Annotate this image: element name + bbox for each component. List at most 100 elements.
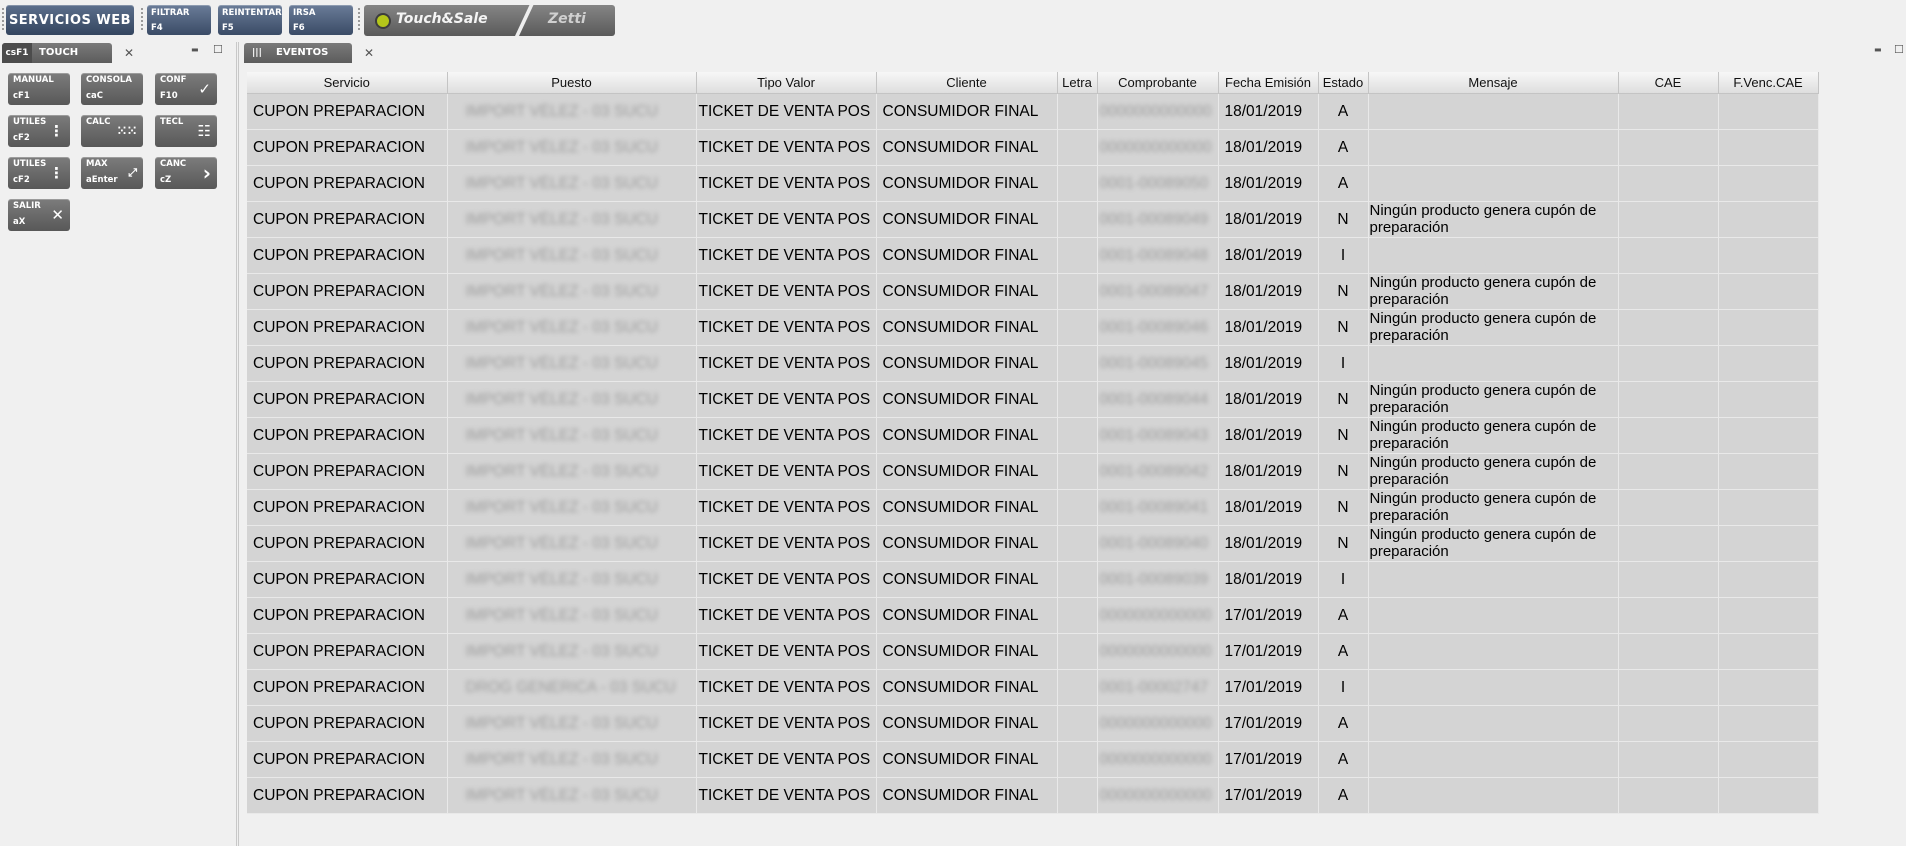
cell-letra (1057, 309, 1098, 346)
cell-cliente: CONSUMIDOR FINAL (876, 561, 1058, 598)
logo-separator (513, 5, 535, 36)
table-row[interactable]: CUPON PREPARACION IMPORT VÉLEZ - 03 SUCU T… (247, 417, 1819, 454)
cell-puesto-text: IMPORT VÉLEZ - 03 SUCU (465, 247, 658, 264)
tile-label: CONSOLA (86, 75, 132, 85)
calculator-icon: ⁙⁙ (116, 124, 137, 138)
column-header-cliente[interactable]: Cliente (876, 72, 1058, 94)
table-row[interactable]: CUPON PREPARACION IMPORT VÉLEZ - 03 SUCU T… (247, 93, 1819, 130)
tab-touch[interactable]: csF1 TOUCH (2, 43, 112, 63)
toolbar-grip[interactable] (358, 8, 360, 32)
column-header-servicio[interactable]: Servicio (247, 72, 448, 94)
table-row[interactable]: CUPON PREPARACION IMPORT VÉLEZ - 03 SUCU T… (247, 777, 1819, 814)
servicios-web-button[interactable]: SERVICIOS WEB (6, 5, 134, 35)
close-icon[interactable]: ✕ (124, 47, 134, 59)
tile-label: CANC (160, 159, 187, 169)
cell-comprobante: 0001-00089048 (1097, 237, 1219, 274)
table-row[interactable]: CUPON PREPARACION IMPORT VÉLEZ - 03 SUCU T… (247, 525, 1819, 562)
cell-puesto-text: IMPORT VÉLEZ - 03 SUCU (465, 715, 658, 732)
table-row[interactable]: CUPON PREPARACION IMPORT VÉLEZ - 03 SUCU T… (247, 705, 1819, 742)
cell-comprobante: 0001-00089050 (1097, 165, 1219, 202)
cell-cae (1618, 525, 1719, 562)
column-header-puesto[interactable]: Puesto (447, 72, 697, 94)
minimize-icon[interactable]: ▬ (191, 44, 199, 55)
cell-servicio: CUPON PREPARACION (247, 417, 448, 454)
cell-cae (1618, 453, 1719, 490)
tecl-button[interactable]: TECL ☷ (155, 115, 217, 147)
cell-letra (1057, 669, 1098, 706)
minimize-icon[interactable]: ▬ (1874, 44, 1882, 55)
table-row[interactable]: CUPON PREPARACION IMPORT VÉLEZ - 03 SUCU T… (247, 381, 1819, 418)
table-row[interactable]: CUPON PREPARACION IMPORT VÉLEZ - 03 SUCU T… (247, 489, 1819, 526)
salir-button[interactable]: SALIR aX ✕ (8, 199, 70, 231)
conf-button[interactable]: CONF F10 ✓ (155, 73, 217, 105)
utiles-button-2[interactable]: UTILES cF2 ⋮ (8, 157, 70, 189)
top-toolbar: SERVICIOS WEB FILTRAR F4 REINTENTAR F5 I… (0, 0, 1906, 40)
cell-cliente: CONSUMIDOR FINAL (876, 741, 1058, 778)
utiles-button[interactable]: UTILES cF2 ⋮ (8, 115, 70, 147)
table-row[interactable]: CUPON PREPARACION IMPORT VÉLEZ - 03 SUCU T… (247, 309, 1819, 346)
cell-fecha-emision: 18/01/2019 (1218, 489, 1319, 526)
reintentar-button[interactable]: REINTENTAR F5 (218, 5, 282, 35)
cell-f-venc-cae (1718, 381, 1819, 418)
maximize-icon[interactable]: ☐ (1894, 44, 1904, 55)
cell-puesto: IMPORT VÉLEZ - 03 SUCU (447, 273, 697, 310)
column-header-cae[interactable]: CAE (1618, 72, 1719, 94)
cell-comprobante: 0000000000000 (1097, 93, 1219, 130)
tab-eventos[interactable]: ||| EVENTOS (244, 43, 352, 63)
cell-fecha-emision: 18/01/2019 (1218, 561, 1319, 598)
close-icon[interactable]: ✕ (364, 47, 374, 59)
filtrar-button[interactable]: FILTRAR F4 (147, 5, 211, 35)
cell-mensaje (1368, 777, 1619, 814)
table-row[interactable]: CUPON PREPARACION IMPORT VÉLEZ - 03 SUCU T… (247, 453, 1819, 490)
column-header-comprobante[interactable]: Comprobante (1097, 72, 1219, 94)
cell-fecha-emision: 17/01/2019 (1218, 741, 1319, 778)
cell-cae (1618, 705, 1719, 742)
maximize-icon[interactable]: ☐ (213, 44, 223, 55)
cell-tipo-valor: TICKET DE VENTA POS (696, 345, 877, 382)
table-row[interactable]: CUPON PREPARACION IMPORT VÉLEZ - 03 SUCU T… (247, 561, 1819, 598)
cell-mensaje (1368, 237, 1619, 274)
table-row[interactable]: CUPON PREPARACION IMPORT VÉLEZ - 03 SUCU T… (247, 165, 1819, 202)
table-row[interactable]: CUPON PREPARACION IMPORT VÉLEZ - 03 SUCU T… (247, 345, 1819, 382)
cell-comprobante: 0001-00089040 (1097, 525, 1219, 562)
column-header-tipo-valor[interactable]: Tipo Valor (696, 72, 877, 94)
cell-puesto: IMPORT VÉLEZ - 03 SUCU (447, 597, 697, 634)
table-row[interactable]: CUPON PREPARACION DROG GENERICA - 03 SUCU… (247, 669, 1819, 706)
cell-fecha-emision: 18/01/2019 (1218, 381, 1319, 418)
irsa-button[interactable]: IRSA F6 (289, 5, 353, 35)
tile-label: TECL (160, 117, 184, 127)
column-header-f-venc-cae[interactable]: F.Venc.CAE (1718, 72, 1819, 94)
column-header-estado[interactable]: Estado (1318, 72, 1369, 94)
cell-puesto-text: IMPORT VÉLEZ - 03 SUCU (465, 751, 658, 768)
manual-button[interactable]: MANUAL cF1 (8, 73, 70, 105)
cell-servicio: CUPON PREPARACION (247, 705, 448, 742)
cell-servicio: CUPON PREPARACION (247, 381, 448, 418)
table-row[interactable]: CUPON PREPARACION IMPORT VÉLEZ - 03 SUCU T… (247, 273, 1819, 310)
column-header-fecha-emision[interactable]: Fecha Emisión (1218, 72, 1319, 94)
table-row[interactable]: CUPON PREPARACION IMPORT VÉLEZ - 03 SUCU T… (247, 237, 1819, 274)
cell-mensaje: Ningún producto genera cupón de preparac… (1368, 381, 1619, 418)
check-icon: ✓ (198, 80, 211, 98)
canc-button[interactable]: CANC cZ › (155, 157, 217, 189)
column-header-letra[interactable]: Letra (1057, 72, 1098, 94)
cell-letra (1057, 489, 1098, 526)
toolbar-grip[interactable] (141, 8, 143, 32)
table-row[interactable]: CUPON PREPARACION IMPORT VÉLEZ - 03 SUCU T… (247, 597, 1819, 634)
table-row[interactable]: CUPON PREPARACION IMPORT VÉLEZ - 03 SUCU T… (247, 201, 1819, 238)
table-row[interactable]: CUPON PREPARACION IMPORT VÉLEZ - 03 SUCU T… (247, 129, 1819, 166)
column-header-mensaje[interactable]: Mensaje (1368, 72, 1619, 94)
cell-estado: I (1318, 669, 1369, 706)
cell-comprobante-text: 0001-00002747 (1099, 679, 1209, 696)
cell-fecha-emision: 18/01/2019 (1218, 309, 1319, 346)
cell-comprobante-text: 0001-00089041 (1099, 499, 1209, 516)
table-row[interactable]: CUPON PREPARACION IMPORT VÉLEZ - 03 SUCU T… (247, 741, 1819, 778)
eventos-table: Servicio Puesto Tipo Valor Cliente Letra Comp… (247, 72, 1819, 814)
cell-servicio: CUPON PREPARACION (247, 525, 448, 562)
toolbar-grip[interactable] (2, 8, 4, 32)
table-row[interactable]: CUPON PREPARACION IMPORT VÉLEZ - 03 SUCU T… (247, 633, 1819, 670)
cell-mensaje: Ningún producto genera cupón de preparac… (1368, 273, 1619, 310)
consola-button[interactable]: CONSOLA caC (81, 73, 143, 105)
cell-f-venc-cae (1718, 705, 1819, 742)
max-button[interactable]: MAX aEnter ⤢ (81, 157, 143, 189)
calc-button[interactable]: CALC ⁙⁙ (81, 115, 143, 147)
